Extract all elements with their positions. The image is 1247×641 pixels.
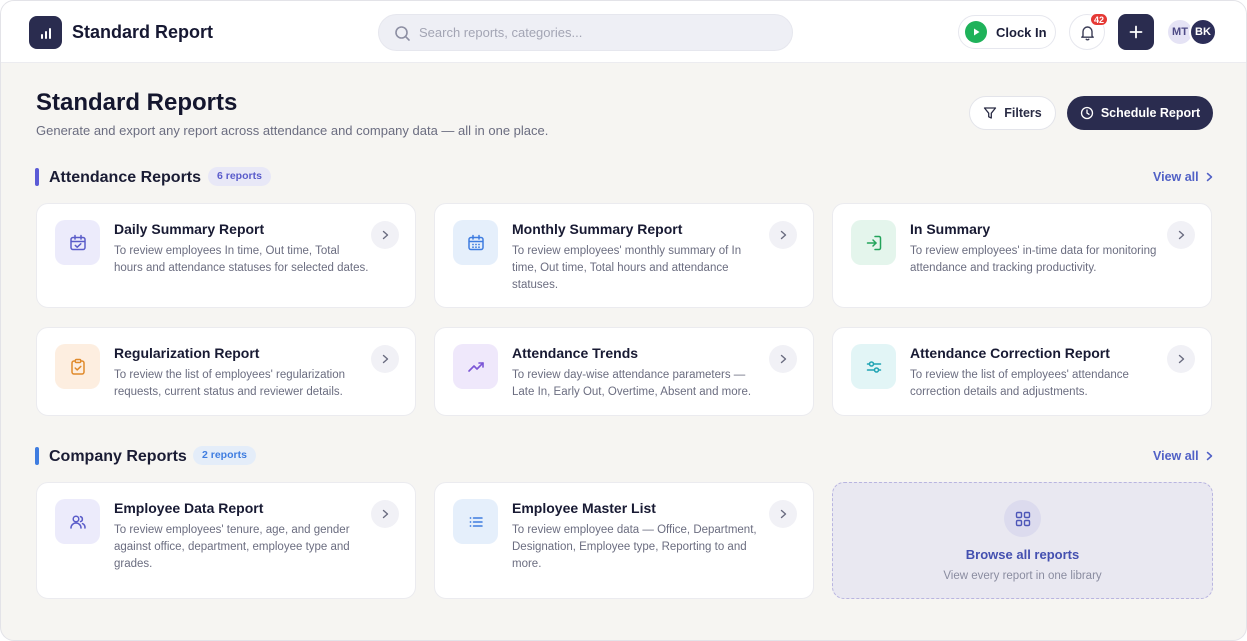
card-title: Employee Master List bbox=[512, 500, 656, 516]
section-title-company: Company Reports bbox=[49, 448, 187, 465]
clipboard-check-icon bbox=[55, 344, 100, 389]
calendar-grid-icon bbox=[453, 220, 498, 265]
view-all-label: View all bbox=[1153, 449, 1199, 463]
chevron-right-icon bbox=[1206, 172, 1212, 182]
card-description: To review employee data — Office, Depart… bbox=[512, 524, 757, 570]
add-button[interactable] bbox=[1118, 14, 1154, 50]
app-title: Standard Report bbox=[72, 22, 214, 42]
card-title: Employee Data Report bbox=[114, 500, 264, 516]
bar-chart-icon bbox=[40, 27, 51, 39]
view-all-company-link[interactable]: View all bbox=[1153, 449, 1213, 463]
section-count-badge: 6 reports bbox=[208, 167, 271, 186]
notification-badge: 42 bbox=[1090, 13, 1109, 26]
calendar-check-icon bbox=[55, 220, 100, 265]
card-title: Regularization Report bbox=[114, 345, 260, 361]
chevron-right-icon bbox=[780, 230, 786, 240]
report-card-regularization[interactable]: Regularization Report To review the list… bbox=[36, 327, 416, 416]
report-card-employee-data[interactable]: Employee Data Report To review employees… bbox=[36, 482, 416, 599]
report-card-daily-summary[interactable]: Daily Summary Report To review employees… bbox=[36, 203, 416, 308]
report-card-employee-master-list[interactable]: Employee Master List To review employee … bbox=[434, 482, 814, 599]
open-card-button[interactable] bbox=[1167, 345, 1195, 373]
browse-title: Browse all reports bbox=[965, 547, 1080, 562]
chevron-right-icon bbox=[382, 230, 388, 240]
clock-in-label: Clock In bbox=[996, 24, 1047, 40]
search-box[interactable] bbox=[378, 14, 793, 51]
view-all-label: View all bbox=[1153, 170, 1199, 184]
card-description: To review employees In time, Out time, T… bbox=[114, 245, 369, 274]
section-count-badge: 2 reports bbox=[193, 446, 256, 465]
open-card-button[interactable] bbox=[1167, 221, 1195, 249]
app-window: Standard Report Clock In 42 MT BK Standa… bbox=[0, 0, 1247, 641]
grid-icon bbox=[1004, 500, 1041, 537]
filters-button[interactable]: Filters bbox=[969, 96, 1056, 130]
report-card-attendance-trends[interactable]: Attendance Trends To review day-wise att… bbox=[434, 327, 814, 416]
card-description: To review the list of employees' regular… bbox=[114, 369, 346, 398]
card-description: To review employees' tenure, age, and ge… bbox=[114, 524, 350, 570]
chevron-right-icon bbox=[382, 509, 388, 519]
section-title-attendance: Attendance Reports bbox=[49, 169, 202, 186]
card-title: In Summary bbox=[910, 221, 991, 237]
open-card-button[interactable] bbox=[371, 345, 399, 373]
card-title: Daily Summary Report bbox=[114, 221, 265, 237]
card-description: To review day-wise attendance parameters… bbox=[512, 369, 752, 398]
list-icon bbox=[453, 499, 498, 544]
open-card-button[interactable] bbox=[371, 500, 399, 528]
chevron-right-icon bbox=[1206, 451, 1212, 461]
open-card-button[interactable] bbox=[769, 345, 797, 373]
card-title: Attendance Correction Report bbox=[910, 345, 1110, 361]
page-title: Standard Reports bbox=[36, 89, 238, 116]
users-icon bbox=[55, 499, 100, 544]
chevron-right-icon bbox=[1178, 354, 1184, 364]
filter-icon bbox=[984, 107, 997, 119]
open-card-button[interactable] bbox=[769, 500, 797, 528]
trend-up-icon bbox=[453, 344, 498, 389]
top-bar: Standard Report Clock In 42 MT BK bbox=[1, 1, 1246, 63]
schedule-report-label: Schedule Report bbox=[1100, 106, 1201, 120]
clock-icon bbox=[1080, 106, 1093, 120]
sliders-icon bbox=[851, 344, 896, 389]
section-accent bbox=[35, 447, 39, 465]
open-card-button[interactable] bbox=[371, 221, 399, 249]
card-title: Attendance Trends bbox=[512, 345, 639, 361]
chevron-right-icon bbox=[780, 509, 786, 519]
report-card-monthly-summary[interactable]: Monthly Summary Report To review employe… bbox=[434, 203, 814, 308]
schedule-report-button[interactable]: Schedule Report bbox=[1067, 96, 1213, 130]
search-icon bbox=[395, 26, 410, 41]
report-card-attendance-correction[interactable]: Attendance Correction Report To review t… bbox=[832, 327, 1212, 416]
chevron-right-icon bbox=[780, 354, 786, 364]
search-input[interactable] bbox=[419, 15, 779, 50]
card-description: To review the list of employees' attenda… bbox=[910, 369, 1129, 398]
app-logo[interactable] bbox=[29, 16, 62, 49]
view-all-attendance-link[interactable]: View all bbox=[1153, 170, 1213, 184]
report-card-in-summary[interactable]: In Summary To review employees' in-time … bbox=[832, 203, 1212, 308]
clock-in-button[interactable]: Clock In bbox=[958, 15, 1056, 49]
section-accent bbox=[35, 168, 39, 186]
browse-subtitle: View every report in one library bbox=[943, 570, 1102, 582]
chevron-right-icon bbox=[1178, 230, 1184, 240]
login-icon bbox=[851, 220, 896, 265]
filters-label: Filters bbox=[1004, 106, 1042, 120]
plus-icon bbox=[1129, 25, 1143, 39]
open-card-button[interactable] bbox=[769, 221, 797, 249]
play-icon bbox=[965, 21, 987, 43]
bell-icon bbox=[1080, 25, 1094, 41]
card-title: Monthly Summary Report bbox=[512, 221, 683, 237]
card-description: To review employees' monthly summary of … bbox=[512, 245, 742, 291]
card-description: To review employees' in-time data for mo… bbox=[910, 245, 1157, 274]
page-subtitle: Generate and export any report across at… bbox=[36, 123, 549, 138]
browse-all-reports-card[interactable]: Browse all reports View every report in … bbox=[832, 482, 1213, 599]
avatar[interactable]: BK bbox=[1189, 18, 1217, 46]
chevron-right-icon bbox=[382, 354, 388, 364]
